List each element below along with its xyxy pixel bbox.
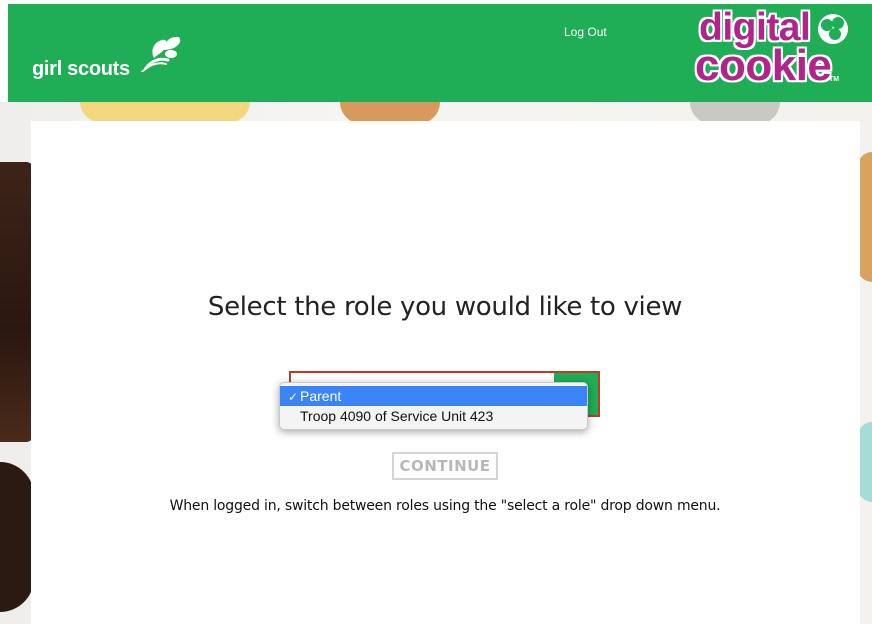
checkmark-icon: ✓ [288, 390, 299, 404]
bg-chocolate-cookie-left [0, 462, 34, 612]
option-label: Troop 4090 of Service Unit 423 [300, 408, 494, 424]
bg-cake-slice [80, 102, 250, 122]
digital-cookie-logo[interactable]: digital cookie TM [693, 4, 863, 94]
girl-scouts-logo[interactable]: girl scouts [32, 28, 192, 88]
role-option-troop[interactable]: Troop 4090 of Service Unit 423 [280, 406, 587, 426]
option-label: Parent [300, 388, 342, 404]
page: girl scouts Log Out digital cookie TM Se… [0, 0, 872, 624]
trademark-mark: TM [829, 76, 840, 83]
bg-cookie-right [858, 152, 872, 282]
site-header: girl scouts Log Out digital cookie TM [8, 4, 872, 102]
role-dropdown-menu[interactable]: ✓ Parent Troop 4090 of Service Unit 423 [279, 382, 588, 430]
logo-word-cookie: cookie [695, 41, 832, 90]
logout-link[interactable]: Log Out [564, 25, 607, 39]
trefoil-icon [141, 36, 181, 72]
page-title: Select the role you would like to view [207, 292, 683, 322]
role-switch-hint: When logged in, switch between roles usi… [169, 498, 721, 514]
role-option-parent[interactable]: ✓ Parent [280, 386, 587, 406]
continue-button[interactable]: CONTINUE [392, 452, 498, 480]
brand-text: girl scouts [32, 58, 130, 80]
bg-teal-dish-right [858, 422, 872, 502]
